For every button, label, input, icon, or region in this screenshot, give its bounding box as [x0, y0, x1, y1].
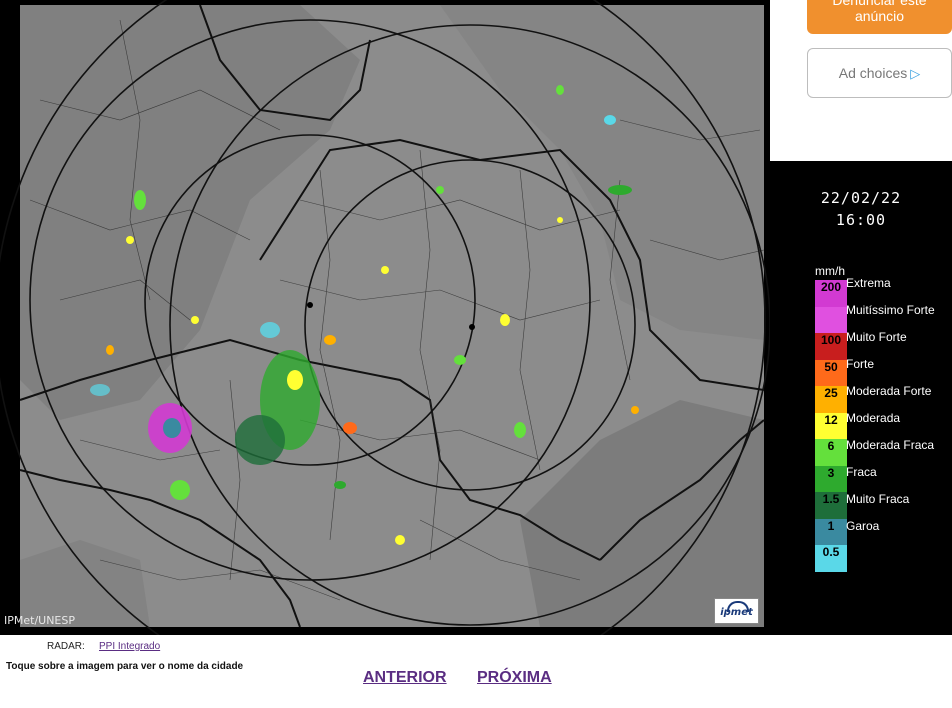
- adchoices-triangle-icon: ▷: [910, 66, 921, 81]
- radar-credit: IPMet/UNESP: [4, 614, 76, 627]
- legend-swatch: 0.5: [815, 545, 847, 572]
- footer: RADAR: PPI Integrado Toque sobre a image…: [0, 635, 952, 708]
- report-ad-button[interactable]: Denunciar este anúncio: [807, 0, 952, 34]
- legend-unit: mm/h: [815, 264, 845, 278]
- legend-swatch: 100: [815, 333, 847, 360]
- legend-swatch: 1: [815, 518, 847, 545]
- legend-swatch: 12: [815, 412, 847, 439]
- radar-map-svg[interactable]: [0, 0, 770, 635]
- legend-label: Fraca: [846, 465, 877, 479]
- legend-swatch: 3: [815, 465, 847, 492]
- ipmet-logo-arc-icon: [727, 601, 749, 612]
- legend-label: [846, 546, 935, 573]
- legend-label: Garoa: [846, 519, 880, 533]
- legend-swatch: 25: [815, 386, 847, 413]
- legend-swatch: [815, 306, 847, 333]
- legend-label: Forte: [846, 357, 875, 371]
- legend-labels: Extrema Muitíssimo Forte Muito Forte Forte M…: [846, 276, 935, 573]
- radar-type-link[interactable]: PPI Integrado: [99, 641, 160, 652]
- timestamp-time: 16:00: [835, 211, 887, 229]
- legend-label: Muito Fraca: [846, 492, 910, 506]
- previous-link[interactable]: ANTERIOR: [363, 669, 447, 687]
- legend-swatch: 6: [815, 439, 847, 466]
- next-link[interactable]: PRÓXIMA: [477, 669, 552, 687]
- legend-label: Muitíssimo Forte: [846, 303, 935, 317]
- timestamp-date: 22/02/22: [820, 189, 902, 207]
- radar-type-label: RADAR:: [47, 641, 85, 652]
- ipmet-logo: ipmet: [714, 598, 759, 624]
- ad-choices-label: Ad choices: [838, 65, 908, 81]
- legend-swatch: 50: [815, 359, 847, 386]
- legend-label: Moderada Fraca: [846, 438, 935, 452]
- tap-hint: Toque sobre a imagem para ver o nome da …: [6, 661, 244, 672]
- legend-color-scale: 200 100 50 25 12 6 3 1.5 1 0.5: [815, 280, 847, 572]
- legend-label: Extrema: [846, 276, 891, 290]
- legend-swatch: 1.5: [815, 492, 847, 519]
- ad-panel: Denunciar este anúncio Ad choices ▷: [770, 0, 952, 161]
- ad-choices-button[interactable]: Ad choices ▷: [807, 48, 952, 98]
- legend-swatch: 200: [815, 280, 847, 307]
- legend-panel: 22/02/22 16:00 mm/h 200 100 50 25 12 6 3 1.5 1 0.…: [770, 161, 952, 635]
- legend-label: Moderada: [846, 411, 901, 425]
- legend-label: Moderada Forte: [846, 384, 932, 398]
- radar-image[interactable]: IPMet/UNESP ipmet: [0, 0, 770, 635]
- legend-label: Muito Forte: [846, 330, 907, 344]
